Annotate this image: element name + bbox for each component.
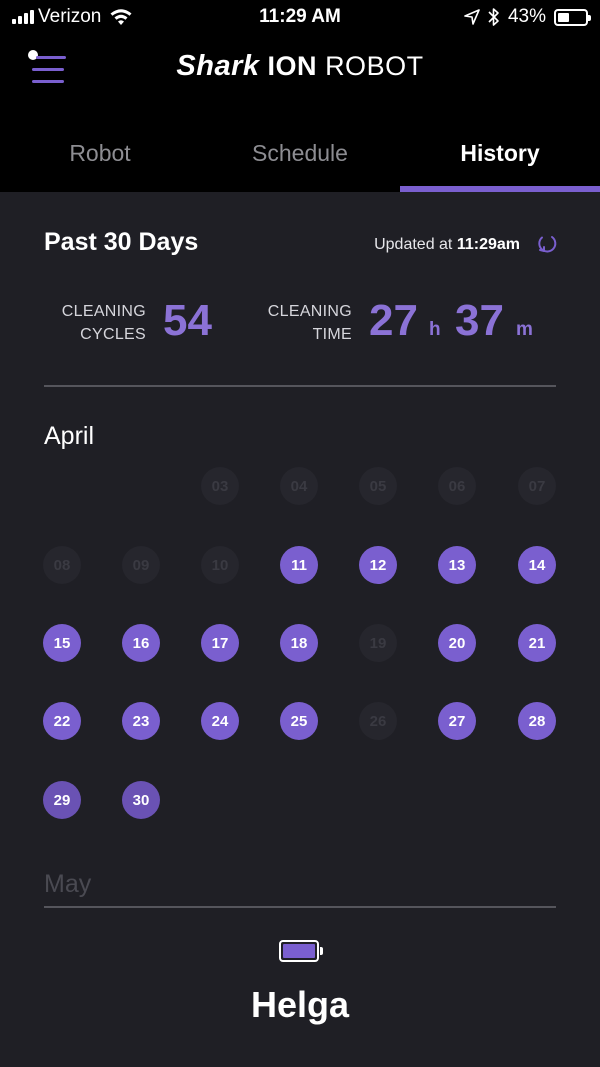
time-minutes-unit: m	[516, 319, 533, 340]
calendar-day: 19	[359, 624, 397, 662]
time-hours-unit: h	[429, 319, 441, 340]
calendar-day: 08	[43, 546, 81, 584]
month-label: April	[44, 422, 95, 450]
period-title: Past 30 Days	[44, 228, 199, 256]
logo-ion: ION	[267, 51, 318, 81]
calendar-day[interactable]: 20	[438, 624, 476, 662]
battery-icon	[554, 8, 591, 26]
location-icon	[464, 9, 480, 25]
calendar-day[interactable]: 15	[43, 624, 81, 662]
tab-robot[interactable]: Robot	[0, 106, 200, 192]
divider	[44, 906, 556, 908]
logo-robot: ROBOT	[325, 51, 424, 81]
calendar-day[interactable]: 28	[518, 702, 556, 740]
calendar-day: 06	[438, 467, 476, 505]
calendar-day[interactable]: 14	[518, 546, 556, 584]
robot-name: Helga	[250, 984, 350, 1025]
logo-shark: Shark	[176, 50, 260, 82]
calendar-day: 07	[518, 467, 556, 505]
app-header: Shark ION ROBOT	[0, 36, 600, 106]
calendar-day[interactable]: 11	[280, 546, 318, 584]
calendar-day[interactable]: 24	[201, 702, 239, 740]
calendar-day[interactable]: 13	[438, 546, 476, 584]
history-panel: Past 30 Days Updated at 11:29am CLEANING…	[0, 192, 600, 1067]
tab-schedule[interactable]: Schedule	[200, 106, 400, 192]
calendar-day: 05	[359, 467, 397, 505]
calendar-day: 09	[122, 546, 160, 584]
time-hours: 27	[369, 296, 418, 345]
divider	[44, 385, 556, 387]
status-bar-right: 43%	[464, 6, 591, 28]
calendar-day[interactable]: 18	[280, 624, 318, 662]
tab-bar: Robot Schedule History	[0, 106, 600, 192]
calendar-day[interactable]: 22	[43, 702, 81, 740]
calendar-day[interactable]: 29	[43, 781, 81, 819]
calendar-day[interactable]: 25	[280, 702, 318, 740]
calendar-day[interactable]: 30	[122, 781, 160, 819]
calendar-day[interactable]: 23	[122, 702, 160, 740]
calendar-day: 04	[280, 467, 318, 505]
calendar-day[interactable]: 21	[518, 624, 556, 662]
tab-history[interactable]: History	[400, 106, 600, 192]
cycles-label: CLEANING CYCLES	[61, 303, 146, 343]
calendar-day[interactable]: 27	[438, 702, 476, 740]
calendar-day[interactable]: 12	[359, 546, 397, 584]
calendar-day: 10	[201, 546, 239, 584]
status-bar: Verizon 11:29 AM 43%	[0, 0, 600, 36]
updated-prefix: Updated at	[374, 236, 453, 253]
time-label: CLEANING TIME	[267, 303, 352, 343]
calendar-day[interactable]: 17	[201, 624, 239, 662]
time-minutes: 37	[455, 296, 504, 345]
calendar-day: 03	[201, 467, 239, 505]
battery-icon	[279, 940, 323, 962]
updated-time: 11:29am	[456, 236, 520, 253]
calendar-day[interactable]: 16	[122, 624, 160, 662]
updated-text: Updated at 11:29am	[374, 236, 520, 254]
battery-percent: 43%	[507, 6, 546, 27]
cycles-value: 54	[163, 296, 212, 345]
refresh-icon[interactable]	[536, 232, 558, 254]
calendar-day: 26	[359, 702, 397, 740]
month-label-next: May	[44, 870, 92, 898]
app-logo: Shark ION ROBOT	[0, 50, 600, 83]
bluetooth-icon	[488, 8, 499, 26]
